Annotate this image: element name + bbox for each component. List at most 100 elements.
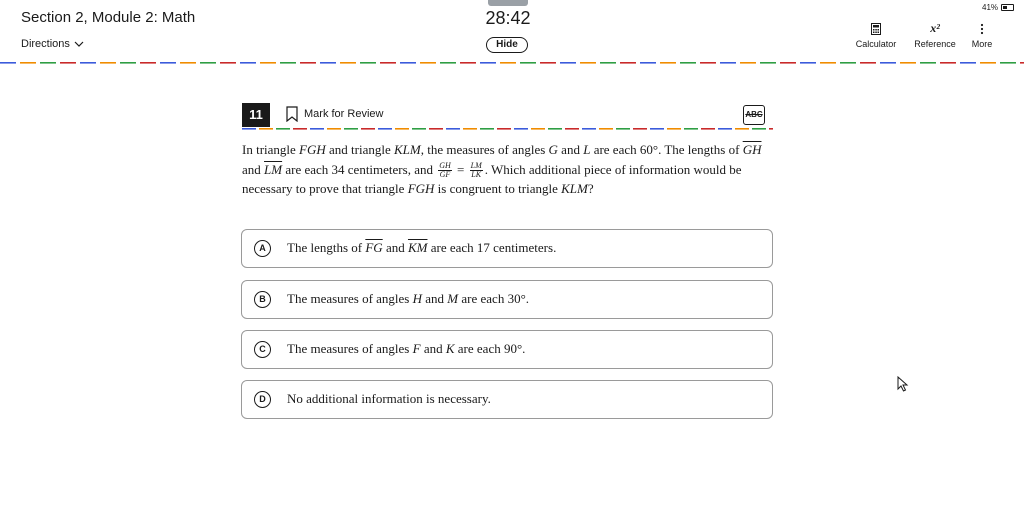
divider-dash bbox=[548, 128, 562, 130]
divider-dash bbox=[700, 62, 716, 64]
divider-dash bbox=[540, 62, 556, 64]
divider-dash bbox=[100, 62, 116, 64]
divider-dash bbox=[412, 128, 426, 130]
question-divider bbox=[242, 128, 773, 130]
choice-segment: FG bbox=[365, 240, 383, 255]
divider-dash bbox=[395, 128, 409, 130]
countdown-timer: 28:42 bbox=[485, 8, 531, 28]
answer-choice-b[interactable]: B The measures of angles H and M are eac… bbox=[241, 280, 773, 319]
stem-text: , the measures of angles bbox=[420, 142, 549, 157]
reference-label: Reference bbox=[914, 39, 956, 49]
stem-var: G bbox=[548, 142, 558, 157]
choice-text: The measures of angles bbox=[287, 341, 413, 356]
question-stem: In triangle FGH and triangle KLM, the me… bbox=[242, 140, 773, 199]
divider-dash bbox=[720, 62, 736, 64]
timer-handle bbox=[488, 0, 528, 6]
choice-var: H bbox=[412, 291, 423, 306]
calculator-icon bbox=[871, 22, 881, 35]
divider-dash bbox=[480, 128, 494, 130]
divider-dash bbox=[701, 128, 715, 130]
divider-dash bbox=[200, 62, 216, 64]
hide-timer-button[interactable]: Hide bbox=[486, 37, 528, 53]
divider-dash bbox=[276, 128, 290, 130]
fraction-denominator: GF bbox=[439, 170, 451, 180]
divider-dash bbox=[620, 62, 636, 64]
divider-dash bbox=[280, 62, 296, 64]
divider-dash bbox=[429, 128, 443, 130]
divider-dash bbox=[310, 128, 324, 130]
divider-dash bbox=[320, 62, 336, 64]
divider-dash bbox=[460, 62, 476, 64]
stem-text: are each 34 centimeters, and bbox=[282, 161, 437, 177]
directions-label: Directions bbox=[21, 38, 70, 50]
divider-dash bbox=[684, 128, 698, 130]
divider-dash bbox=[300, 62, 316, 64]
calculator-button[interactable]: Calculator bbox=[850, 20, 902, 49]
choice-text: are each 30°. bbox=[458, 291, 530, 306]
divider-dash bbox=[735, 128, 749, 130]
divider-dash bbox=[740, 62, 756, 64]
exam-header: Section 2, Module 2: Math Directions 28:… bbox=[0, 0, 1024, 64]
divider-dash bbox=[378, 128, 392, 130]
divider-dash bbox=[293, 128, 307, 130]
choice-segment: KM bbox=[407, 240, 428, 255]
choice-letter-b: B bbox=[254, 291, 271, 308]
divider-dash bbox=[440, 62, 456, 64]
mark-for-review-label: Mark for Review bbox=[304, 108, 384, 120]
answer-choice-c[interactable]: C The measures of angles F and K are eac… bbox=[241, 330, 773, 369]
divider-dash bbox=[40, 62, 56, 64]
choice-text: are each 17 centimeters. bbox=[427, 240, 557, 255]
stem-text: ? bbox=[587, 181, 594, 197]
question-number: 11 bbox=[242, 103, 270, 127]
equals-sign: = bbox=[453, 161, 468, 177]
answer-eliminator-button[interactable]: ABC bbox=[743, 105, 765, 125]
reference-icon: x² bbox=[930, 21, 940, 35]
divider-dash bbox=[769, 128, 773, 130]
fraction-lm-lk: LM LK bbox=[469, 162, 483, 179]
divider-dash bbox=[718, 128, 732, 130]
divider-dash bbox=[840, 62, 856, 64]
divider-dash bbox=[860, 62, 876, 64]
divider-dash bbox=[660, 62, 676, 64]
choice-text-d: No additional information is necessary. bbox=[287, 391, 491, 406]
choice-text: The measures of angles bbox=[287, 291, 413, 306]
divider-dash bbox=[582, 128, 596, 130]
mark-for-review-button[interactable]: Mark for Review bbox=[286, 106, 383, 122]
choice-text-b: The measures of angles H and M are each … bbox=[287, 291, 529, 307]
divider-dash bbox=[580, 62, 596, 64]
divider-dash bbox=[20, 62, 36, 64]
battery-status: 41% bbox=[982, 3, 1015, 12]
divider-dash bbox=[616, 128, 630, 130]
choice-text-a: The lengths of FG and KM are each 17 cen… bbox=[287, 240, 556, 256]
stem-text: is congruent to triangle bbox=[434, 181, 562, 197]
divider-dash bbox=[650, 128, 664, 130]
answer-choice-a[interactable]: A The lengths of FG and KM are each 17 c… bbox=[241, 229, 773, 268]
divider-dash bbox=[960, 62, 976, 64]
divider-dash bbox=[327, 128, 341, 130]
choice-text-c: The measures of angles F and K are each … bbox=[287, 341, 525, 357]
divider-dash bbox=[514, 128, 528, 130]
divider-dash bbox=[0, 62, 16, 64]
calculator-label: Calculator bbox=[855, 39, 897, 49]
divider-dash bbox=[1020, 62, 1024, 64]
more-button[interactable]: More bbox=[966, 20, 998, 49]
abc-strike-icon: ABC bbox=[745, 110, 763, 119]
stem-text: In triangle bbox=[242, 142, 300, 157]
divider-dash bbox=[820, 62, 836, 64]
answer-choice-d[interactable]: D No additional information is necessary… bbox=[241, 380, 773, 419]
directions-toggle[interactable]: Directions bbox=[21, 38, 84, 50]
choice-text: The lengths of bbox=[287, 240, 366, 255]
divider-dash bbox=[140, 62, 156, 64]
divider-dash bbox=[344, 128, 358, 130]
divider-dash bbox=[980, 62, 996, 64]
fraction-gh-gf: GH GF bbox=[438, 162, 452, 179]
reference-button[interactable]: x² Reference bbox=[908, 20, 962, 49]
divider-dash bbox=[667, 128, 681, 130]
divider-dash bbox=[260, 62, 276, 64]
bookmark-icon bbox=[286, 106, 298, 122]
divider-dash bbox=[500, 62, 516, 64]
divider-dash bbox=[920, 62, 936, 64]
divider-dash bbox=[1000, 62, 1016, 64]
choice-var: F bbox=[412, 341, 421, 356]
divider-dash bbox=[380, 62, 396, 64]
